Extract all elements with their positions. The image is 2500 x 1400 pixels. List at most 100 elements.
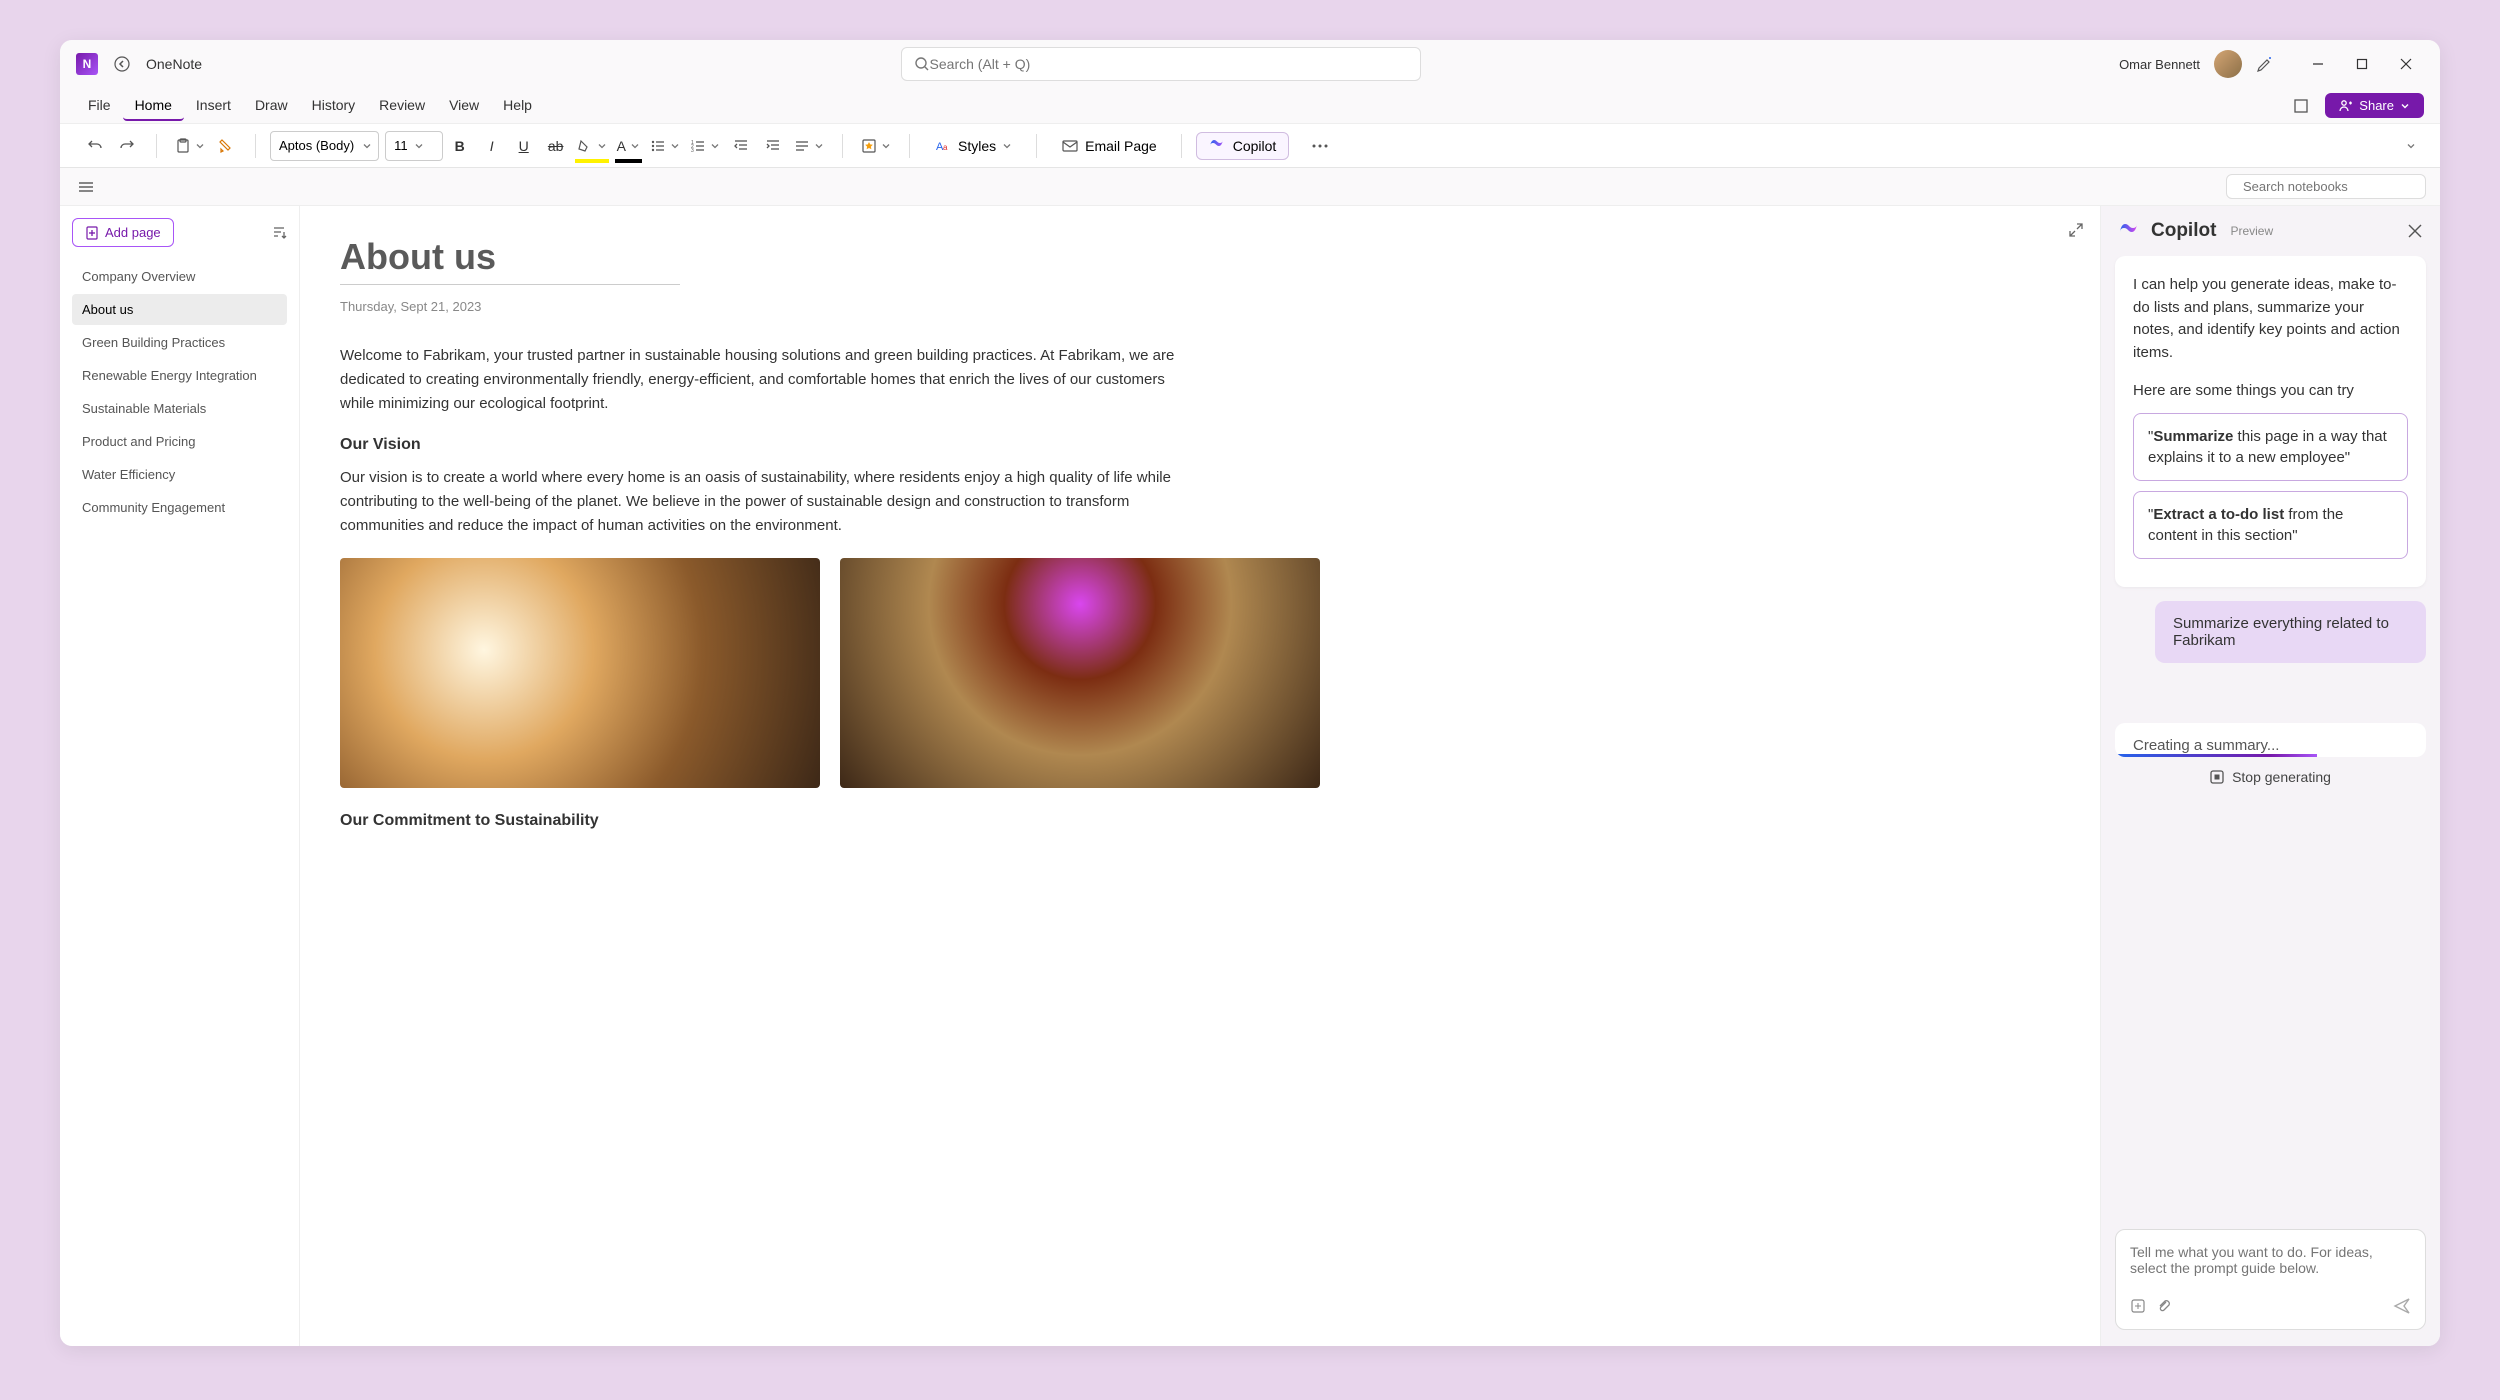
suggestion-summarize[interactable]: "Summarize this page in a way that expla… (2133, 413, 2408, 481)
font-color-button[interactable]: A (613, 131, 644, 161)
align-button[interactable] (790, 131, 828, 161)
page-item[interactable]: Company Overview (72, 261, 287, 292)
page-item[interactable]: Sustainable Materials (72, 393, 287, 424)
bold-button[interactable]: B (445, 131, 475, 161)
avatar[interactable] (2214, 50, 2242, 78)
status-card: Creating a summary... (2115, 723, 2426, 757)
bullet-list-button[interactable] (646, 131, 684, 161)
email-page-button[interactable]: Email Page (1051, 133, 1167, 159)
pen-icon (2256, 55, 2274, 73)
copilot-ribbon-button[interactable]: Copilot (1196, 132, 1290, 160)
sparkle-prompt-icon[interactable] (2130, 1298, 2146, 1314)
page-item[interactable]: Water Efficiency (72, 459, 287, 490)
global-search[interactable] (901, 47, 1421, 81)
copilot-header: Copilot Preview (2101, 206, 2440, 256)
page-item[interactable]: Renewable Energy Integration (72, 360, 287, 391)
align-icon (794, 138, 810, 154)
copilot-logo-icon (2119, 220, 2141, 242)
copilot-body: I can help you generate ideas, make to-d… (2101, 256, 2440, 1217)
page-title[interactable]: About us (340, 236, 2060, 278)
global-search-input[interactable] (930, 56, 1408, 72)
chevron-down-icon (414, 141, 424, 151)
notebook-search-input[interactable] (2243, 179, 2419, 194)
clipboard-icon (175, 138, 191, 154)
fullscreen-toggle[interactable] (2285, 94, 2317, 118)
strikethrough-button[interactable]: ab (541, 131, 571, 161)
format-painter-button[interactable] (211, 131, 241, 161)
menu-history[interactable]: History (300, 91, 368, 121)
menu-insert[interactable]: Insert (184, 91, 243, 121)
copilot-textarea[interactable] (2130, 1244, 2411, 1276)
redo-button[interactable] (112, 131, 142, 161)
menu-draw[interactable]: Draw (243, 91, 300, 121)
stop-generating-button[interactable]: Stop generating (2115, 757, 2426, 797)
chevron-down-icon (195, 141, 205, 151)
copilot-intro-text: I can help you generate ideas, make to-d… (2133, 274, 2408, 364)
image-row (340, 558, 2060, 788)
pen-button[interactable] (2256, 55, 2274, 73)
styles-button[interactable]: Aa Styles (924, 133, 1022, 159)
copilot-panel: Copilot Preview I can help you generate … (2100, 206, 2440, 1346)
menu-file[interactable]: File (76, 91, 123, 121)
menu-review[interactable]: Review (367, 91, 437, 121)
titlebar: N OneNote Omar Bennett (60, 40, 2440, 88)
chevron-down-icon (362, 141, 372, 151)
share-button[interactable]: Share (2325, 93, 2424, 118)
underline-button[interactable]: U (509, 131, 539, 161)
send-button[interactable] (2393, 1297, 2411, 1315)
maximize-icon (2356, 58, 2368, 70)
user-name: Omar Bennett (2119, 57, 2200, 72)
suggestion-todo[interactable]: "Extract a to-do list from the content i… (2133, 491, 2408, 559)
italic-button[interactable]: I (477, 131, 507, 161)
title-rule (340, 284, 680, 285)
page-content[interactable]: About us Thursday, Sept 21, 2023 Welcome… (300, 206, 2100, 1346)
maximize-button[interactable] (2344, 48, 2380, 80)
sort-icon (271, 225, 287, 241)
sort-button[interactable] (271, 225, 287, 241)
copilot-input[interactable] (2115, 1229, 2426, 1330)
redo-icon (119, 138, 135, 154)
page-item[interactable]: Green Building Practices (72, 327, 287, 358)
hamburger-icon (78, 179, 94, 195)
close-button[interactable] (2388, 48, 2424, 80)
attach-icon[interactable] (2156, 1298, 2172, 1314)
font-family-select[interactable]: Aptos (Body) (270, 131, 379, 161)
add-page-button[interactable]: Add page (72, 218, 174, 247)
nav-toggle-button[interactable] (74, 175, 98, 199)
increase-indent-button[interactable] (758, 131, 788, 161)
styles-icon: Aa (934, 137, 952, 155)
font-size-select[interactable]: 11 (385, 131, 443, 161)
decrease-indent-button[interactable] (726, 131, 756, 161)
highlight-button[interactable] (573, 131, 611, 161)
copilot-close-button[interactable] (2408, 224, 2422, 238)
page-item[interactable]: Community Engagement (72, 492, 287, 523)
numbered-list-button[interactable]: 123 (686, 131, 724, 161)
page-item[interactable]: Product and Pricing (72, 426, 287, 457)
menu-view[interactable]: View (437, 91, 491, 121)
spiral-architecture-image[interactable] (840, 558, 1320, 788)
page-item[interactable]: About us (72, 294, 287, 325)
tag-button[interactable] (857, 131, 895, 161)
menu-home[interactable]: Home (123, 91, 184, 121)
back-button[interactable] (110, 52, 134, 76)
intro-paragraph[interactable]: Welcome to Fabrikam, your trusted partne… (340, 344, 1200, 416)
undo-button[interactable] (80, 131, 110, 161)
chevron-down-icon (630, 141, 640, 151)
window-controls (2300, 48, 2424, 80)
menu-help[interactable]: Help (491, 91, 544, 121)
outdent-icon (733, 138, 749, 154)
chevron-down-icon (670, 141, 680, 151)
vision-paragraph[interactable]: Our vision is to create a world where ev… (340, 466, 1200, 538)
chevron-down-icon (597, 141, 607, 151)
more-button[interactable] (1305, 131, 1335, 161)
notebook-search[interactable] (2226, 174, 2426, 199)
vision-heading[interactable]: Our Vision (340, 436, 2060, 454)
minimize-button[interactable] (2300, 48, 2336, 80)
wood-structure-image[interactable] (340, 558, 820, 788)
send-icon (2393, 1297, 2411, 1315)
ribbon-collapse-button[interactable] (2396, 131, 2426, 161)
commitment-heading[interactable]: Our Commitment to Sustainability (340, 812, 2060, 830)
expand-button[interactable] (2068, 222, 2084, 238)
onenote-app-icon: N (76, 53, 98, 75)
paste-button[interactable] (171, 131, 209, 161)
